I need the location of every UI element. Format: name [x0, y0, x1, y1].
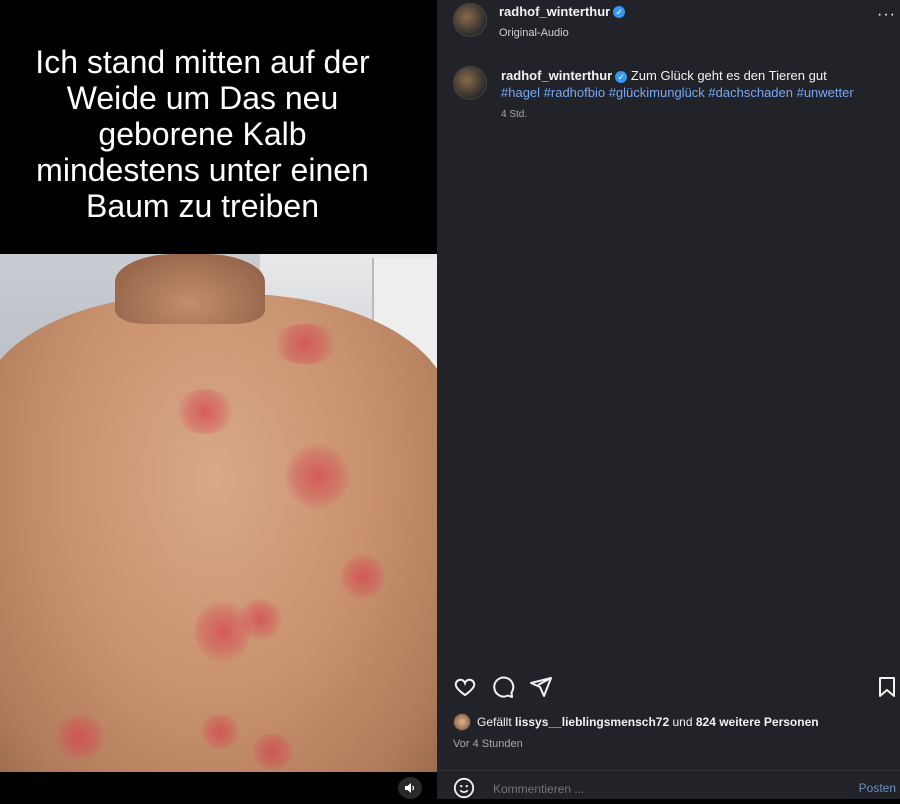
- comment-input[interactable]: [491, 781, 795, 797]
- post-photo: [0, 254, 437, 772]
- header-username[interactable]: radhof_winterthur: [499, 4, 610, 19]
- verified-icon: ✓: [615, 70, 628, 83]
- hail-welt: [200, 714, 240, 749]
- likes-summary: Gefällt lissys__lieblingsmensch72 und 82…: [453, 713, 819, 731]
- heart-icon[interactable]: [453, 675, 477, 699]
- caption-text: Zum Glück geht es den Tieren gut: [630, 68, 827, 83]
- likes-time: Vor 4 Stunden: [453, 738, 523, 750]
- post-comment-button[interactable]: Posten: [859, 781, 896, 795]
- caption-line: radhof_winterthur ✓ Zum Glück geht es den…: [501, 67, 896, 85]
- hail-welt: [238, 599, 283, 639]
- hail-welt: [175, 389, 235, 434]
- likes-count[interactable]: 824 weitere Personen: [696, 715, 819, 729]
- hail-welt: [285, 444, 350, 509]
- post-media[interactable]: Ich stand mitten auf der Weide um Das ne…: [0, 0, 437, 799]
- caption-username[interactable]: radhof_winterthur: [501, 68, 612, 83]
- story-overlay-text: Ich stand mitten auf der Weide um Das ne…: [35, 44, 370, 224]
- speaker-icon[interactable]: [398, 777, 422, 799]
- emoji-icon[interactable]: [453, 777, 475, 799]
- liker-avatar[interactable]: [453, 713, 471, 731]
- back-neck: [115, 254, 265, 324]
- more-icon[interactable]: ···: [877, 6, 896, 24]
- post-details-panel: radhof_winterthur ✓ Original-Audio ··· ra…: [437, 0, 900, 799]
- profile-avatar[interactable]: [453, 3, 487, 37]
- hail-welt: [250, 734, 295, 769]
- caption-content: radhof_winterthur ✓ Zum Glück geht es den…: [501, 67, 896, 120]
- hail-welt: [270, 324, 340, 364]
- likes-prefix: Gefällt: [477, 715, 512, 729]
- header-user-block: radhof_winterthur ✓ Original-Audio: [499, 3, 626, 39]
- comment-bar: Posten: [437, 770, 900, 800]
- likes-middle: und: [672, 715, 693, 729]
- back-skin: [0, 294, 437, 772]
- liker-username[interactable]: lissys__lieblingsmensch72: [515, 715, 669, 729]
- hail-welt: [340, 554, 385, 599]
- post-time: 4 Std.: [501, 109, 528, 120]
- comment-icon[interactable]: [491, 675, 515, 699]
- bookmark-icon[interactable]: [875, 675, 899, 699]
- verified-icon: ✓: [613, 5, 626, 18]
- caption-avatar[interactable]: [453, 66, 487, 100]
- share-icon[interactable]: [529, 675, 553, 699]
- audio-label[interactable]: Original-Audio: [499, 27, 625, 39]
- hail-welt: [55, 714, 105, 759]
- hashtags[interactable]: #hagel #radhofbio #glückimunglück #dachs…: [501, 85, 896, 100]
